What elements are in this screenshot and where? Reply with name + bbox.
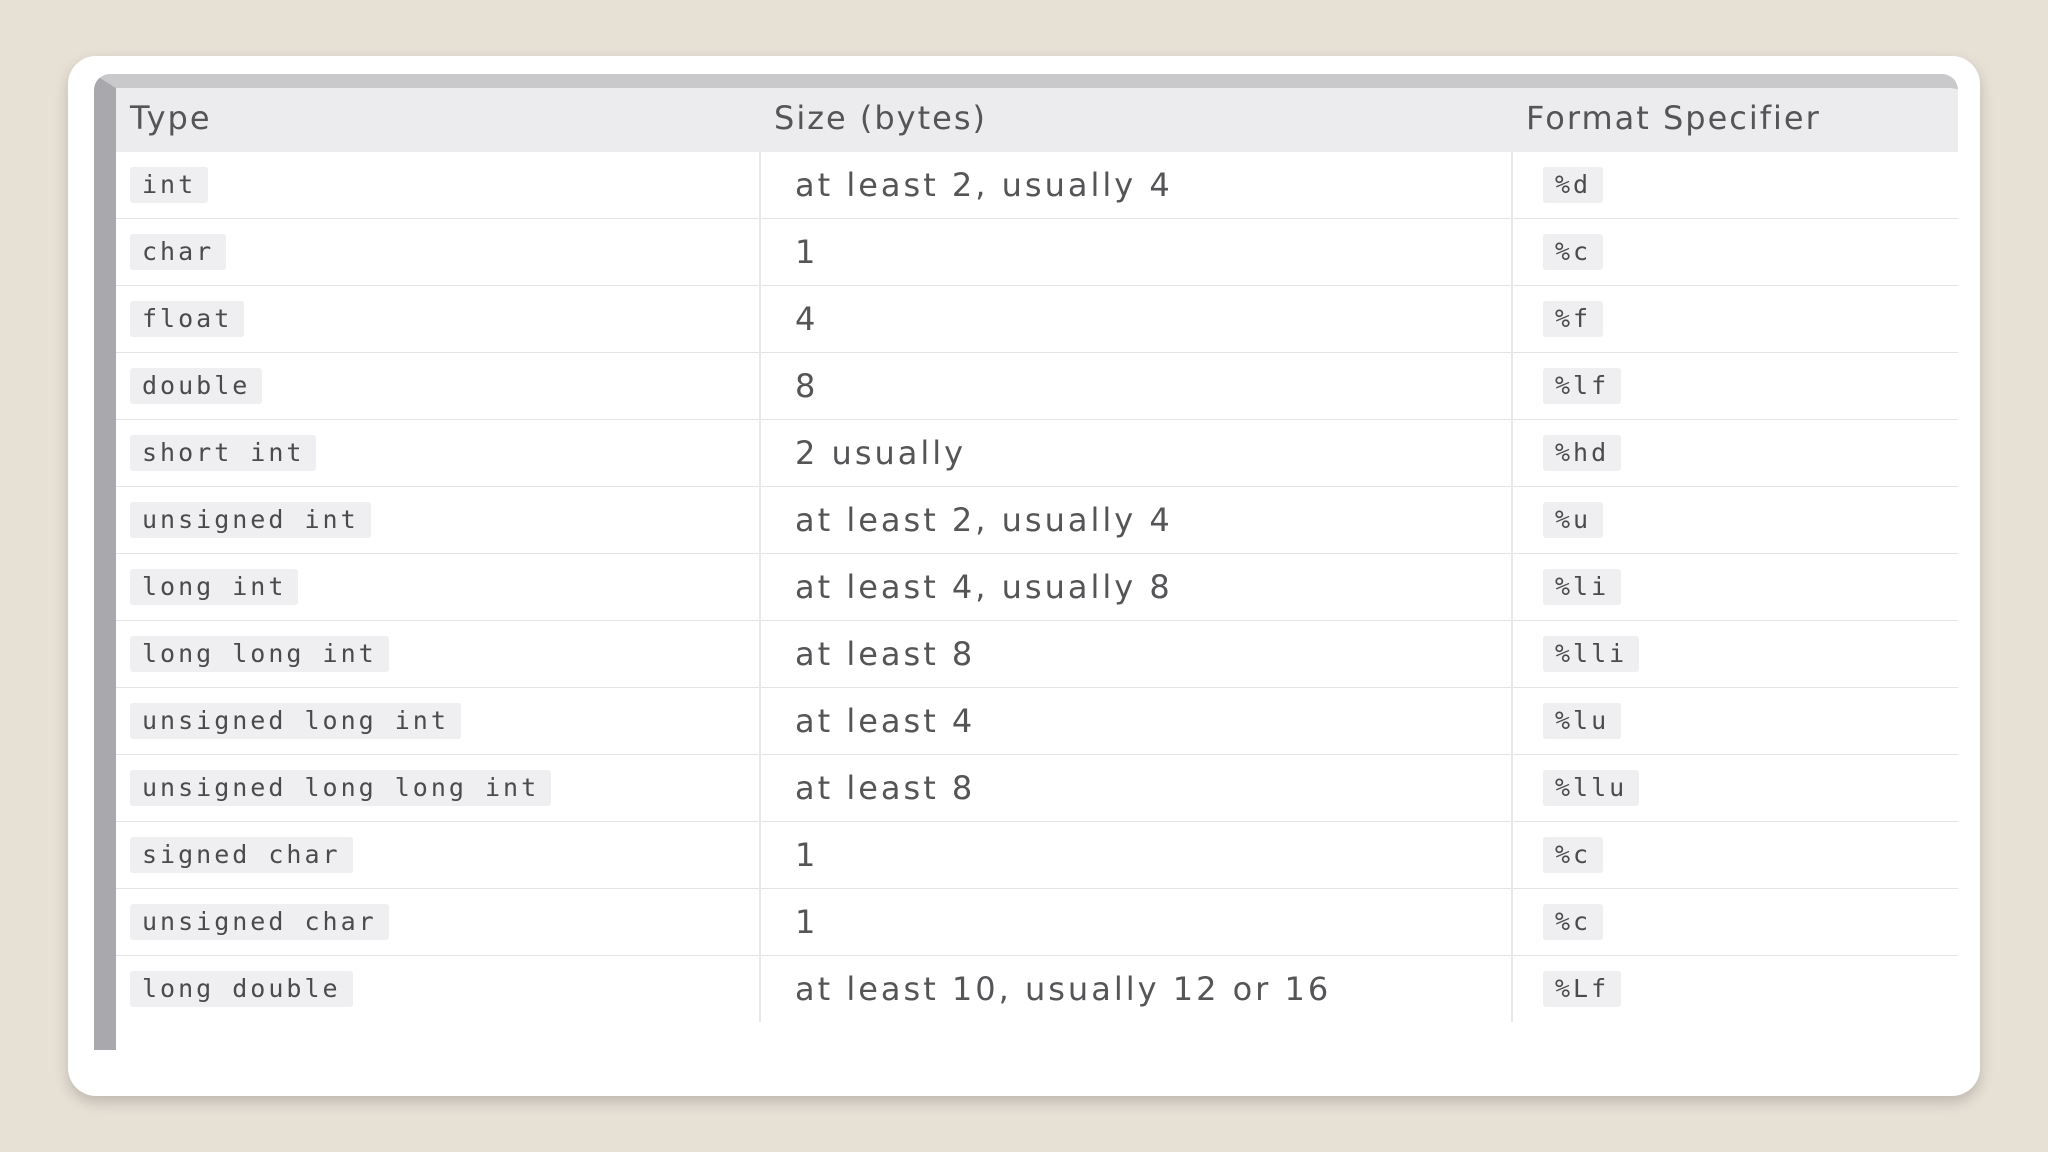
- type-cell: unsigned char: [116, 888, 761, 956]
- table-row: int at least 2, usually 4 %d: [116, 152, 1958, 219]
- type-code: unsigned char: [130, 904, 389, 940]
- format-cell: %c: [1512, 888, 1958, 956]
- table-row: long int at least 4, usually 8 %li: [116, 553, 1958, 621]
- table-body: int at least 2, usually 4 %d char 1 %c f…: [116, 152, 1958, 1022]
- format-cell: %Lf: [1512, 956, 1958, 1023]
- format-cell: %lli: [1512, 620, 1958, 688]
- size-cell: at least 4, usually 8: [760, 553, 1513, 621]
- type-cell: char: [116, 218, 761, 286]
- format-cell: %c: [1512, 821, 1958, 889]
- type-code: unsigned long int: [130, 703, 461, 739]
- format-cell: %llu: [1512, 754, 1958, 822]
- format-code: %c: [1543, 234, 1604, 270]
- format-cell: %u: [1512, 486, 1958, 554]
- type-code: long double: [130, 971, 353, 1007]
- type-cell: short int: [116, 419, 761, 487]
- type-cell: long int: [116, 553, 761, 621]
- format-code: %f: [1543, 301, 1604, 337]
- format-code: %c: [1543, 837, 1604, 873]
- size-cell: 2 usually: [760, 419, 1513, 487]
- type-code: unsigned int: [130, 502, 371, 538]
- type-cell: unsigned long int: [116, 687, 761, 755]
- format-cell: %d: [1512, 152, 1958, 219]
- type-cell: long long int: [116, 620, 761, 688]
- type-code: char: [130, 234, 227, 270]
- type-code: short int: [130, 435, 317, 471]
- size-cell: at least 2, usually 4: [760, 486, 1513, 554]
- format-code: %c: [1543, 904, 1604, 940]
- format-code: %u: [1543, 502, 1604, 538]
- format-cell: %f: [1512, 285, 1958, 353]
- size-cell: 8: [760, 352, 1513, 420]
- type-cell: unsigned long long int: [116, 754, 761, 822]
- size-cell: 1: [760, 218, 1513, 286]
- type-code: unsigned long long int: [130, 770, 552, 806]
- header-size: Size (bytes): [760, 88, 1512, 152]
- content-card: Type Size (bytes) Format Specifier int a…: [68, 56, 1980, 1096]
- type-code: int: [130, 167, 209, 203]
- table-row: short int 2 usually %hd: [116, 419, 1958, 487]
- header-row: Type Size (bytes) Format Specifier: [116, 88, 1958, 152]
- type-cell: double: [116, 352, 761, 420]
- table-row: double 8 %lf: [116, 352, 1958, 420]
- table-header: Type Size (bytes) Format Specifier: [116, 88, 1958, 152]
- format-code: %lf: [1543, 368, 1622, 404]
- format-cell: %lu: [1512, 687, 1958, 755]
- type-cell: signed char: [116, 821, 761, 889]
- type-code: long long int: [130, 636, 389, 672]
- table-row: unsigned int at least 2, usually 4 %u: [116, 486, 1958, 554]
- size-cell: 1: [760, 821, 1513, 889]
- format-code: %d: [1543, 167, 1604, 203]
- type-cell: float: [116, 285, 761, 353]
- size-cell: at least 4: [760, 687, 1513, 755]
- format-cell: %li: [1512, 553, 1958, 621]
- format-cell: %c: [1512, 218, 1958, 286]
- table-row: char 1 %c: [116, 218, 1958, 286]
- type-code: signed char: [130, 837, 353, 873]
- type-code: long int: [130, 569, 299, 605]
- type-cell: unsigned int: [116, 486, 761, 554]
- format-cell: %hd: [1512, 419, 1958, 487]
- data-types-table: Type Size (bytes) Format Specifier int a…: [116, 88, 1958, 1022]
- table-row: unsigned char 1 %c: [116, 888, 1958, 956]
- size-cell: 4: [760, 285, 1513, 353]
- type-code: double: [130, 368, 263, 404]
- size-cell: at least 8: [760, 620, 1513, 688]
- format-code: %hd: [1543, 435, 1622, 471]
- type-code: float: [130, 301, 245, 337]
- format-code: %lli: [1543, 636, 1640, 672]
- table-row: long double at least 10, usually 12 or 1…: [116, 955, 1958, 1023]
- size-cell: 1: [760, 888, 1513, 956]
- table-container: Type Size (bytes) Format Specifier int a…: [94, 74, 1958, 1050]
- table-row: signed char 1 %c: [116, 821, 1958, 889]
- table-row: unsigned long long int at least 8 %llu: [116, 754, 1958, 822]
- format-code: %li: [1543, 569, 1622, 605]
- size-cell: at least 10, usually 12 or 16: [760, 955, 1513, 1022]
- table-row: unsigned long int at least 4 %lu: [116, 687, 1958, 755]
- header-type: Type: [116, 88, 760, 152]
- size-cell: at least 8: [760, 754, 1513, 822]
- format-code: %llu: [1543, 770, 1640, 806]
- type-cell: long double: [116, 955, 761, 1022]
- header-format-specifier: Format Specifier: [1512, 88, 1958, 152]
- table-row: float 4 %f: [116, 285, 1958, 353]
- type-cell: int: [116, 152, 761, 219]
- table-row: long long int at least 8 %lli: [116, 620, 1958, 688]
- format-code: %Lf: [1543, 971, 1622, 1007]
- size-cell: at least 2, usually 4: [760, 152, 1513, 219]
- format-code: %lu: [1543, 703, 1622, 739]
- format-cell: %lf: [1512, 352, 1958, 420]
